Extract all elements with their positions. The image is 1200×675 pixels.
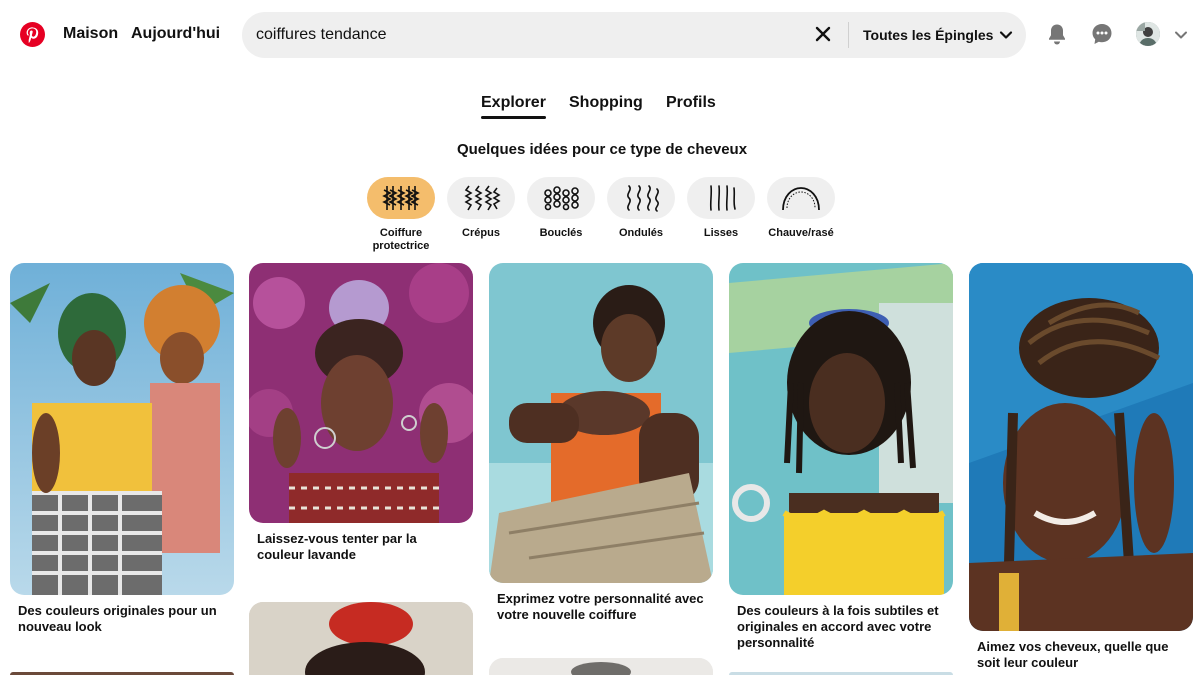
pin-image[interactable] (729, 263, 953, 595)
pin-caption: Aimez vos cheveux, quelle que soit leur … (977, 639, 1169, 670)
search-filter-label: Toutes les Épingles (863, 27, 994, 43)
pin-caption: Des couleurs originales pour un nouveau … (18, 603, 217, 634)
pin-card[interactable]: Aimez vos cheveux, quelle que soit leur … (969, 263, 1193, 671)
chip-bald[interactable]: Chauve/rasé (766, 177, 836, 240)
pin-card[interactable]: Laissez-vous tenter par la couleur lavan… (249, 263, 473, 563)
pin-card[interactable]: Exprimez votre personnalité avec votre n… (489, 263, 713, 623)
pin-image[interactable] (10, 263, 234, 595)
pin-image[interactable] (249, 263, 473, 523)
pin-caption: Exprimez votre personnalité avec votre n… (497, 591, 704, 622)
pin-caption: Des couleurs à la fois subtiles et origi… (737, 603, 939, 650)
pin-image[interactable] (249, 602, 473, 675)
chip-label: Ondulés (618, 227, 663, 239)
tab-explore[interactable]: Explorer (481, 94, 546, 112)
top-bar: Maison Aujourd'hui coiffures tendance To… (0, 0, 1200, 70)
pin-caption: Laissez-vous tenter par la couleur lavan… (257, 531, 417, 562)
search-divider (848, 22, 849, 48)
kinky-hair-icon (447, 177, 515, 219)
curly-hair-icon (527, 177, 595, 219)
close-icon[interactable] (812, 23, 834, 45)
nav-home-link[interactable]: Maison (63, 25, 118, 43)
straight-hair-icon (687, 177, 755, 219)
chip-protective[interactable]: Coiffure protectrice (366, 177, 436, 253)
nav-today-link[interactable]: Aujourd'hui (131, 25, 220, 43)
chip-straight[interactable]: Lisses (686, 177, 756, 240)
chevron-down-icon (1000, 31, 1013, 39)
active-tab-indicator (481, 116, 546, 119)
pinterest-logo-icon[interactable] (20, 22, 45, 47)
chip-label: Lisses (703, 227, 739, 239)
chip-curly[interactable]: Bouclés (526, 177, 596, 240)
chip-wavy[interactable]: Ondulés (606, 177, 676, 240)
search-filter-dropdown[interactable]: Toutes les Épingles (863, 27, 1013, 43)
pin-card[interactable]: Des couleurs originales pour un nouveau … (10, 263, 234, 635)
chip-label: Chauve/rasé (768, 227, 834, 239)
bell-icon[interactable] (1045, 22, 1069, 46)
pin-image[interactable] (969, 263, 1193, 631)
pin-card[interactable]: Des couleurs à la fois subtiles et origi… (729, 263, 953, 651)
search-input[interactable]: coiffures tendance (256, 26, 386, 44)
chip-label: Coiffure protectrice (372, 227, 430, 252)
pin-image[interactable] (489, 658, 713, 675)
wavy-hair-icon (607, 177, 675, 219)
pin-image[interactable] (489, 263, 713, 583)
chip-label: Crépus (462, 227, 500, 239)
tab-shopping[interactable]: Shopping (569, 94, 643, 112)
chevron-down-icon[interactable] (1174, 28, 1188, 42)
chip-kinky[interactable]: Crépus (446, 177, 516, 240)
search-bar[interactable]: coiffures tendance Toutes les Épingles (242, 12, 1026, 58)
braids-icon (367, 177, 435, 219)
chat-icon[interactable] (1090, 22, 1114, 46)
avatar[interactable] (1136, 22, 1160, 46)
chip-label: Bouclés (539, 227, 583, 239)
hair-ideas-title: Quelques idées pour ce type de cheveux (456, 141, 748, 158)
tab-profiles[interactable]: Profils (666, 94, 716, 112)
bald-icon (767, 177, 835, 219)
